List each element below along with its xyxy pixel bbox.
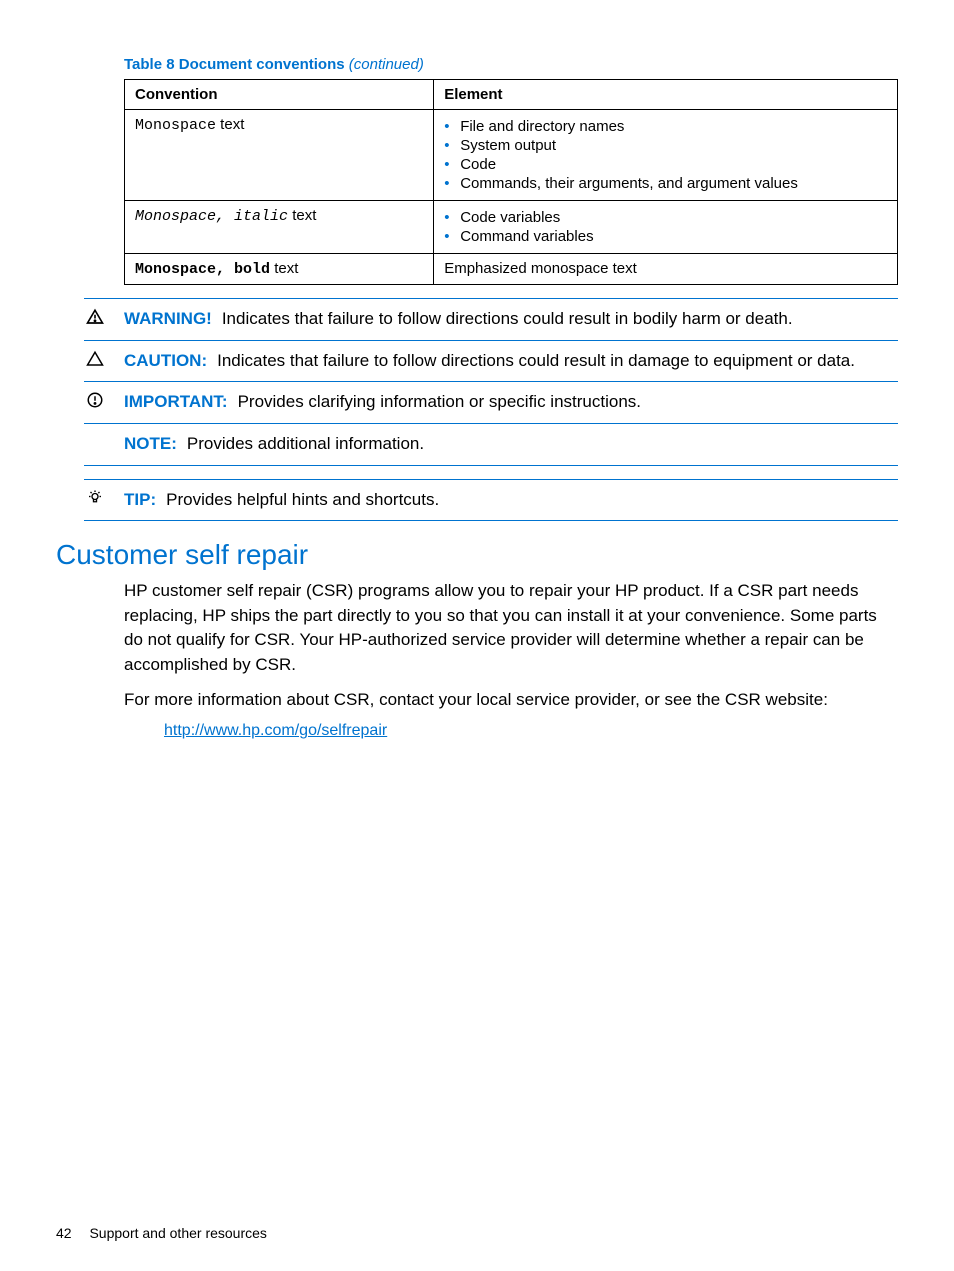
note-icon bbox=[84, 432, 124, 433]
section-heading: Customer self repair bbox=[56, 539, 898, 571]
page-footer: 42 Support and other resources bbox=[56, 1225, 267, 1241]
admonition-tip: TIP: Provides helpful hints and shortcuts… bbox=[84, 479, 898, 522]
caution-icon bbox=[84, 349, 124, 373]
list-item: Command variables bbox=[444, 228, 887, 245]
cell-convention: Monospace, bold text bbox=[125, 254, 434, 285]
list-item: File and directory names bbox=[444, 118, 887, 135]
list-item: Code bbox=[444, 156, 887, 173]
th-convention: Convention bbox=[125, 80, 434, 110]
warning-text: Indicates that failure to follow directi… bbox=[222, 309, 793, 328]
chapter-title: Support and other resources bbox=[89, 1225, 266, 1241]
tip-label: TIP: bbox=[124, 490, 156, 509]
list-item: Commands, their arguments, and argument … bbox=[444, 175, 887, 192]
body-paragraph: HP customer self repair (CSR) programs a… bbox=[124, 579, 898, 678]
warning-icon bbox=[84, 307, 124, 331]
note-label: NOTE: bbox=[124, 434, 177, 453]
admonition-warning: WARNING! Indicates that failure to follow… bbox=[84, 298, 898, 341]
cell-convention: Monospace, italic text bbox=[125, 201, 434, 254]
cell-convention: Monospace text bbox=[125, 110, 434, 201]
page-number: 42 bbox=[56, 1225, 72, 1241]
note-text: Provides additional information. bbox=[187, 434, 424, 453]
cell-element: Emphasized monospace text bbox=[434, 254, 898, 285]
caution-text: Indicates that failure to follow directi… bbox=[217, 351, 855, 370]
cell-element: File and directory names System output C… bbox=[434, 110, 898, 201]
important-text: Provides clarifying information or speci… bbox=[238, 392, 641, 411]
th-element: Element bbox=[434, 80, 898, 110]
list-item: System output bbox=[444, 137, 887, 154]
warning-label: WARNING! bbox=[124, 309, 212, 328]
admonition-important: IMPORTANT: Provides clarifying informatio… bbox=[84, 381, 898, 424]
important-icon bbox=[84, 390, 124, 414]
important-label: IMPORTANT: bbox=[124, 392, 228, 411]
table-row: Monospace, italic text Code variables Co… bbox=[125, 201, 898, 254]
admonition-caution: CAUTION: Indicates that failure to follow… bbox=[84, 340, 898, 383]
table-row: Monospace, bold text Emphasized monospac… bbox=[125, 254, 898, 285]
body-paragraph: For more information about CSR, contact … bbox=[124, 688, 898, 713]
conventions-table: Convention Element Monospace text File a… bbox=[124, 79, 898, 285]
table-caption: Table 8 Document conventions (continued) bbox=[124, 56, 898, 73]
list-item: Code variables bbox=[444, 209, 887, 226]
tip-icon bbox=[84, 488, 124, 512]
cell-element: Code variables Command variables bbox=[434, 201, 898, 254]
table-caption-continued: (continued) bbox=[349, 56, 424, 73]
admonition-note: NOTE: Provides additional information. bbox=[84, 423, 898, 466]
caution-label: CAUTION: bbox=[124, 351, 207, 370]
table-row: Monospace text File and directory names … bbox=[125, 110, 898, 201]
table-caption-label: Table 8 Document conventions bbox=[124, 56, 345, 73]
csr-link[interactable]: http://www.hp.com/go/selfrepair bbox=[164, 722, 387, 740]
tip-text: Provides helpful hints and shortcuts. bbox=[166, 490, 439, 509]
